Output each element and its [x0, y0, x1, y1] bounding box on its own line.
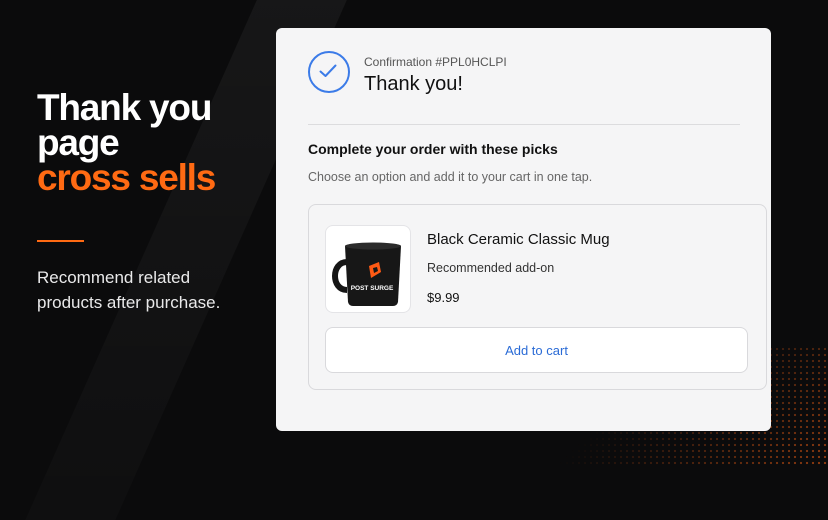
headline-line-2: page	[37, 122, 120, 163]
cross-sell-subtitle: Choose an option and add it to your cart…	[308, 170, 593, 184]
product-name: Black Ceramic Classic Mug	[427, 231, 610, 248]
accent-divider	[37, 240, 84, 242]
promo-headline: Thank you page cross sells	[37, 87, 216, 198]
thank-you-card: Confirmation #PPL0HCLPI Thank you! Compl…	[276, 28, 771, 431]
product-image: POST SURGE	[325, 225, 411, 313]
mug-image: POST SURGE	[332, 242, 401, 306]
mug-print-text: POST SURGE	[351, 285, 394, 292]
add-to-cart-button[interactable]: Add to cart	[325, 327, 748, 373]
product-note: Recommended add-on	[427, 261, 555, 275]
section-divider	[308, 124, 740, 125]
thank-you-title: Thank you!	[364, 73, 463, 95]
confirmation-number: Confirmation #PPL0HCLPI	[364, 55, 507, 69]
product-price: $9.99	[427, 290, 460, 305]
promo-subtitle: Recommend related products after purchas…	[37, 268, 221, 312]
cross-sell-title: Complete your order with these picks	[308, 141, 558, 157]
check-circle-icon	[308, 51, 350, 93]
product-card: POST SURGE Black Ceramic Classic Mug Rec…	[308, 204, 767, 390]
headline-accent: cross sells	[37, 157, 216, 198]
headline-line-1: Thank you	[37, 87, 212, 128]
